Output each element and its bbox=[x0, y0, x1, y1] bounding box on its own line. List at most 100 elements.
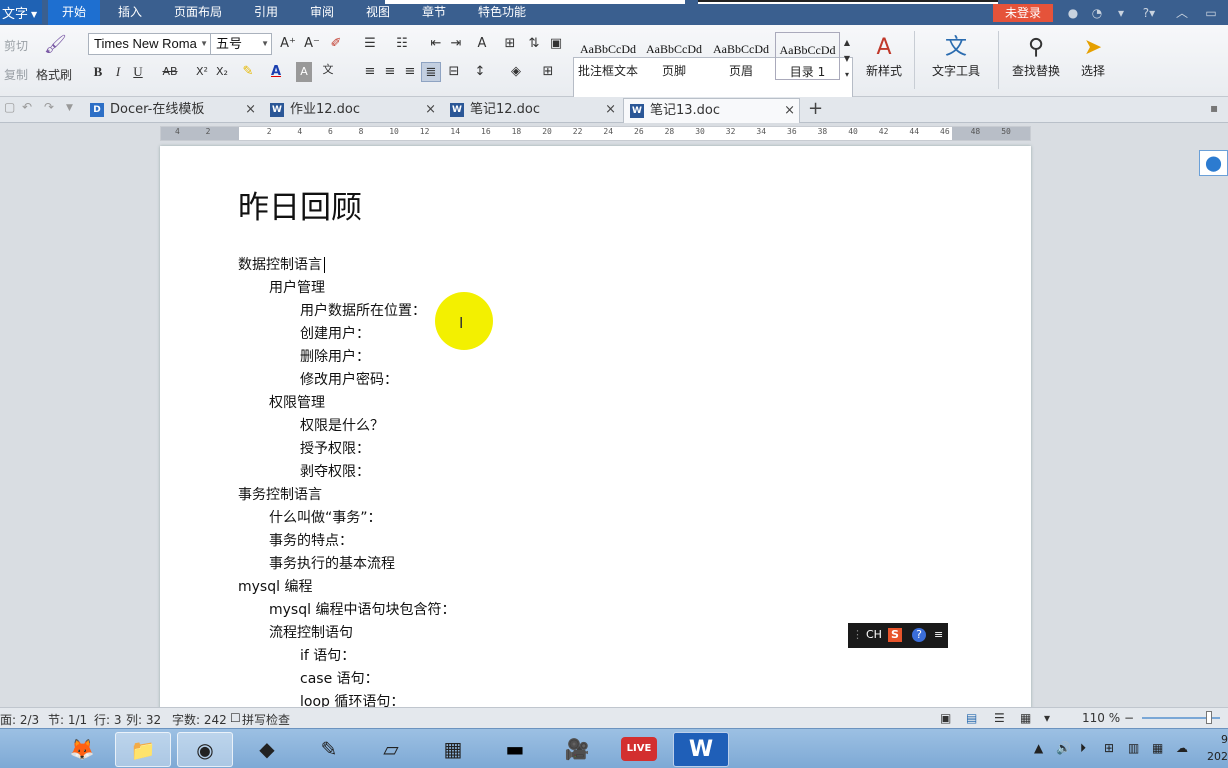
chrome-icon[interactable]: ◉ bbox=[177, 732, 233, 767]
weather-icon[interactable]: ☁ bbox=[1176, 741, 1188, 755]
tab-menu-icon[interactable]: ▪ bbox=[1210, 101, 1218, 115]
tray-expand-icon[interactable]: ▲ bbox=[1034, 741, 1043, 755]
ime-menu-icon[interactable]: ≡ bbox=[934, 628, 943, 641]
shirt-icon[interactable]: ▾ bbox=[1113, 5, 1129, 21]
chevron-down-icon[interactable]: ▼ bbox=[261, 34, 269, 54]
document-line[interactable]: 用户管理 bbox=[269, 277, 325, 297]
calculator-icon[interactable]: ▦ bbox=[425, 732, 481, 767]
media-icon[interactable]: ◆ bbox=[239, 732, 295, 767]
numbered-list-icon[interactable]: ☷ bbox=[392, 34, 412, 54]
tab-references[interactable]: 引用 bbox=[242, 0, 290, 25]
italic-icon[interactable]: I bbox=[108, 62, 128, 82]
distribute-icon[interactable]: ⊟ bbox=[444, 62, 464, 82]
clipboard-icon[interactable]: ▥ bbox=[1128, 741, 1139, 755]
document-line[interactable]: 权限管理 bbox=[269, 392, 325, 412]
live-icon[interactable]: LIVE bbox=[621, 737, 657, 761]
font-size-combo[interactable]: 五号 ▼ bbox=[210, 33, 272, 55]
document-line[interactable]: 创建用户： bbox=[300, 323, 370, 343]
help-icon[interactable]: ?▾ bbox=[1139, 5, 1159, 21]
document-line[interactable]: 修改用户密码： bbox=[300, 369, 398, 389]
align-left-icon[interactable]: ≡ bbox=[360, 62, 380, 82]
shrink-font-icon[interactable]: A⁻ bbox=[302, 34, 322, 54]
document-line[interactable]: 数据控制语言 bbox=[238, 254, 325, 274]
skin-icon[interactable]: ● bbox=[1065, 5, 1081, 21]
doc-tab-notes12[interactable]: W 笔记12.doc × bbox=[444, 98, 620, 123]
terminal-icon[interactable]: ▬ bbox=[487, 732, 543, 767]
document-line[interactable]: 删除用户： bbox=[300, 346, 370, 366]
increase-indent-icon[interactable]: ⇥ bbox=[446, 34, 466, 54]
reading-view-icon[interactable]: ▾ bbox=[1044, 711, 1050, 725]
sogou-icon[interactable]: S bbox=[888, 628, 902, 642]
clear-format-icon[interactable]: ✐ bbox=[326, 34, 346, 54]
horizontal-ruler[interactable]: 4 2 2 4 6 8 10 12 14 16 18 20 22 24 26 28 30 32 34 36 38 40 42… bbox=[160, 126, 1031, 141]
cut-button[interactable]: 剪切 bbox=[4, 37, 28, 54]
document-line[interactable]: if 语句： bbox=[300, 645, 355, 665]
decrease-indent-icon[interactable]: ⇤ bbox=[426, 34, 446, 54]
font-color-icon[interactable]: A bbox=[266, 62, 286, 82]
style-header[interactable]: AaBbCcDd 页眉 bbox=[707, 32, 775, 80]
style-footer[interactable]: AaBbCcDd 页脚 bbox=[640, 32, 708, 80]
help-icon[interactable]: ? bbox=[912, 628, 926, 642]
table-icon[interactable]: ⊞ bbox=[500, 34, 520, 54]
select-button[interactable]: ➤ 选择 bbox=[1070, 34, 1116, 79]
find-replace-button[interactable]: ⚲ 查找替换 bbox=[1004, 34, 1068, 79]
collapse-ribbon-icon[interactable]: ︿ bbox=[1174, 5, 1190, 21]
document-area[interactable]: 昨日回顾 数据控制语言用户管理用户数据所在位置： 创建用户： 删除用户： 修改用户密码… bbox=[0, 142, 1228, 707]
document-line[interactable]: 流程控制语句 bbox=[269, 622, 353, 642]
doc-tab-docer[interactable]: D Docer-在线模板 × bbox=[84, 98, 260, 123]
device-icon[interactable]: ▦ bbox=[1152, 741, 1163, 755]
document-line[interactable]: 权限是什么？ bbox=[300, 415, 384, 435]
app-menu-button[interactable]: 文字 ▼ bbox=[0, 0, 42, 24]
network-icon[interactable]: ⏵ bbox=[1080, 741, 1086, 756]
zoom-out-icon[interactable]: − bbox=[1124, 711, 1134, 725]
align-center-icon[interactable]: ≡ bbox=[380, 62, 400, 82]
document-line[interactable]: 用户数据所在位置： bbox=[300, 300, 426, 320]
new-style-button[interactable]: A 新样式 bbox=[860, 34, 908, 79]
bullet-list-icon[interactable]: ☰ bbox=[360, 34, 380, 54]
document-line[interactable]: 剥夺权限： bbox=[300, 461, 370, 481]
document-line[interactable]: case 语句： bbox=[300, 668, 379, 688]
copy-button[interactable]: 复制 bbox=[4, 66, 28, 83]
zoom-level[interactable]: 110 % bbox=[1082, 711, 1120, 725]
close-icon[interactable]: × bbox=[605, 98, 616, 122]
ime-language[interactable]: CH bbox=[866, 628, 882, 641]
location-pin-icon[interactable]: ⬤ bbox=[1199, 150, 1228, 176]
format-painter-icon[interactable]: 🖌 bbox=[44, 35, 67, 55]
page-view-icon[interactable]: ▤ bbox=[966, 711, 977, 725]
styles-more-icon[interactable]: ▾ bbox=[841, 65, 853, 85]
spellcheck-label[interactable]: 拼写检查 bbox=[242, 711, 290, 728]
align-right-icon[interactable]: ≡ bbox=[400, 62, 420, 82]
grow-font-icon[interactable]: A⁺ bbox=[278, 34, 298, 54]
justify-icon[interactable]: ≣ bbox=[421, 62, 441, 82]
tab-insert[interactable]: 插入 bbox=[106, 0, 154, 25]
web-view-icon[interactable]: ▦ bbox=[1020, 711, 1031, 725]
chevron-down-icon[interactable]: ▼ bbox=[66, 103, 73, 113]
camera-icon[interactable]: 🎥 bbox=[549, 732, 605, 767]
new-doc-icon[interactable]: ▢ bbox=[4, 100, 15, 114]
feedback-icon[interactable]: ◔ bbox=[1089, 5, 1105, 21]
volume-icon[interactable]: 🔊 bbox=[1056, 741, 1071, 755]
phonetic-guide-icon[interactable]: 文 bbox=[318, 60, 338, 80]
word-count[interactable]: 字数: 242 bbox=[172, 711, 227, 728]
page-indicator[interactable]: 面: 2/3 bbox=[0, 711, 39, 728]
shading-icon[interactable]: ◈ bbox=[506, 62, 526, 82]
zoom-slider-thumb[interactable] bbox=[1205, 711, 1212, 724]
doc-tab-notes13[interactable]: W 笔记13.doc × bbox=[623, 98, 800, 123]
show-marks-icon[interactable]: ▣ bbox=[546, 34, 566, 54]
tab-review[interactable]: 审阅 bbox=[298, 0, 346, 25]
superscript-icon[interactable]: X² bbox=[192, 62, 212, 82]
font-name-combo[interactable]: Times New Roma ▼ bbox=[88, 33, 211, 55]
format-painter-button[interactable]: 格式刷 bbox=[36, 66, 72, 83]
paper-icon[interactable]: ▱ bbox=[363, 732, 419, 767]
restore-icon[interactable]: ▭ bbox=[1203, 5, 1219, 21]
document-line[interactable]: 授予权限： bbox=[300, 438, 370, 458]
style-annotation-text[interactable]: AaBbCcDd 批注框文本 bbox=[574, 32, 642, 80]
subscript-icon[interactable]: X₂ bbox=[212, 62, 232, 82]
notes-icon[interactable]: ✎ bbox=[301, 732, 357, 767]
windows-icon[interactable]: ⊞ bbox=[1104, 741, 1114, 755]
underline-icon[interactable]: U bbox=[128, 62, 148, 82]
redo-icon[interactable]: ↷ bbox=[44, 100, 54, 114]
undo-icon[interactable]: ↶ bbox=[22, 100, 32, 114]
chevron-down-icon[interactable]: ▼ bbox=[200, 34, 208, 54]
document-heading[interactable]: 昨日回顾 bbox=[238, 182, 362, 227]
